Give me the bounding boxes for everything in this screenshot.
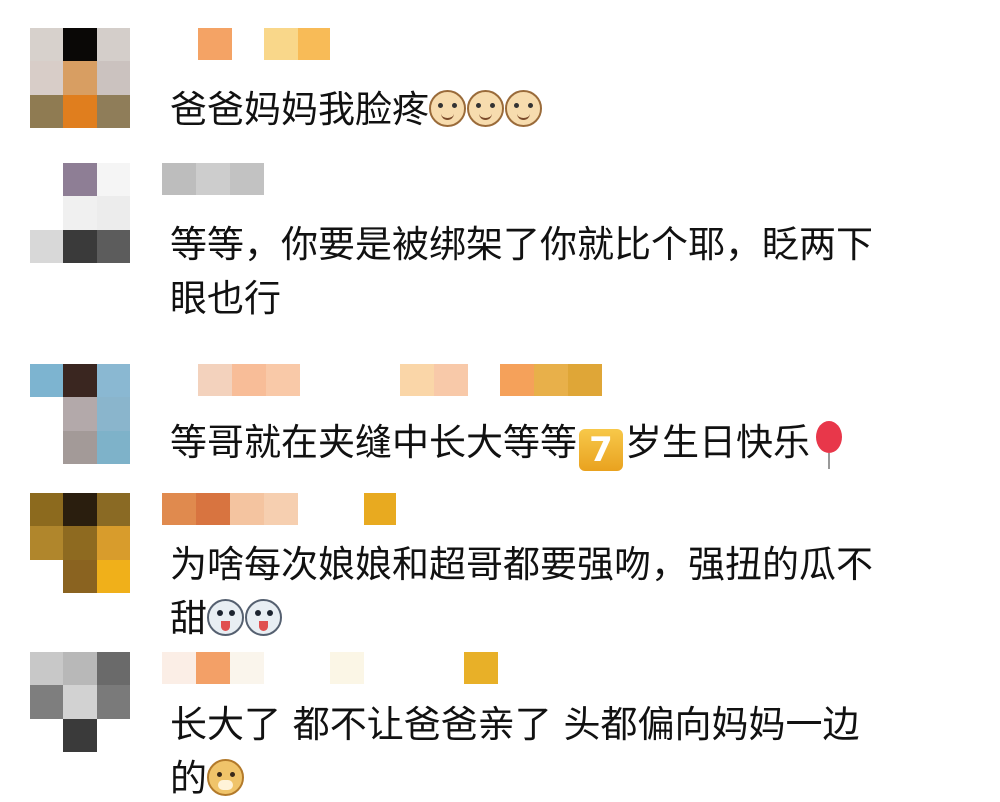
comment-text: 等等，你要是被绑架了你就比个耶，眨两下 眼也行 [170,223,873,320]
avatar[interactable] [30,652,130,752]
comment-text: 等哥就在夹缝中长大等等 7 岁生日快乐 [170,416,975,471]
avatar[interactable] [30,364,130,464]
comment-text: 为啥每次娘娘和超哥都要强吻，强扭的瓜不 甜 [170,543,873,640]
avatar[interactable] [30,28,130,128]
cat-face-icon [467,90,504,127]
username-pixelated[interactable] [162,652,498,684]
username-pixelated[interactable] [162,28,330,60]
number-seven-badge: 7 [579,429,623,471]
avatar[interactable] [30,493,130,593]
username-pixelated[interactable] [162,493,396,525]
doge-icon [207,759,244,796]
cat-face-icon [505,90,542,127]
avatar[interactable] [30,163,130,263]
husky-icon [245,599,282,636]
username-pixelated[interactable] [162,364,602,396]
comment-text: 爸爸妈妈我脸疼 [170,83,975,137]
balloon-icon [814,421,844,469]
username-pixelated[interactable] [162,163,264,195]
husky-icon [207,599,244,636]
comment-text: 长大了 都不让爸爸亲了 头都偏向妈妈一边 的 [170,703,860,800]
cat-face-icon [429,90,466,127]
